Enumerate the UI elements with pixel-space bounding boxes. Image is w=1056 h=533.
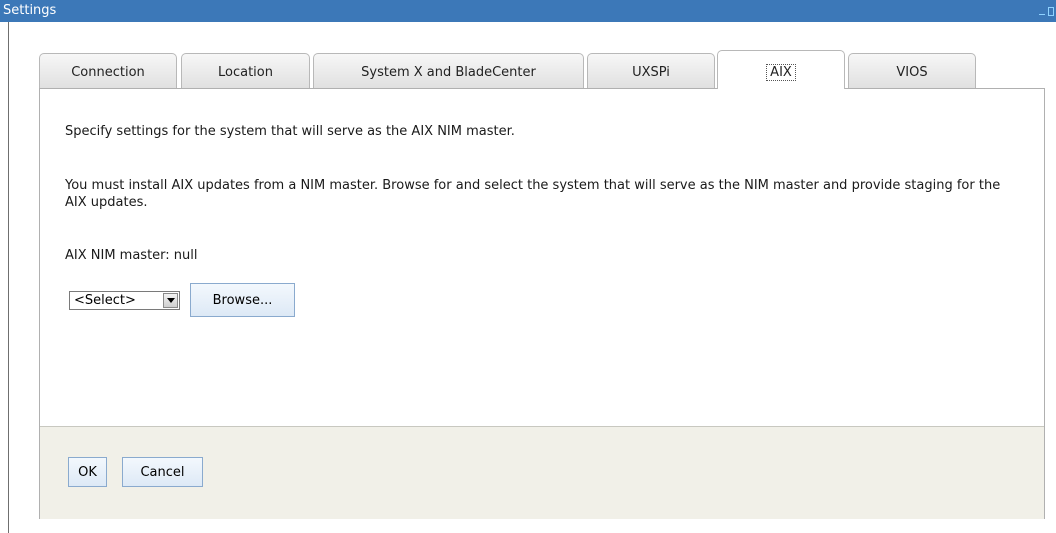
intro-text: Specify settings for the system that wil…: [65, 124, 515, 139]
nim-master-select[interactable]: <Select>: [69, 290, 180, 310]
tab-label: VIOS: [896, 65, 928, 80]
window-titlebar: Settings: [0, 0, 1056, 22]
maximize-icon[interactable]: [1048, 6, 1054, 16]
select-value: <Select>: [74, 292, 136, 308]
nim-master-row: <Select> Browse...: [69, 283, 295, 317]
dialog-footer: OK Cancel: [40, 426, 1044, 519]
tab-label: System X and BladeCenter: [361, 65, 536, 80]
tab-uxspi[interactable]: UXSPi: [587, 53, 715, 88]
tab-system-x-bladecenter[interactable]: System X and BladeCenter: [313, 53, 584, 88]
description-text: You must install AIX updates from a NIM …: [65, 178, 1001, 210]
tab-label: Connection: [71, 65, 145, 80]
window-title: Settings: [3, 3, 57, 18]
tab-label: AIX: [766, 64, 796, 81]
tab-vios[interactable]: VIOS: [848, 53, 976, 88]
browse-button[interactable]: Browse...: [190, 283, 295, 317]
nim-master-label: AIX NIM master: null: [65, 248, 198, 263]
tab-connection[interactable]: Connection: [39, 53, 177, 88]
tab-label: UXSPi: [632, 65, 670, 80]
aix-settings-panel: Specify settings for the system that wil…: [39, 88, 1045, 519]
window-left-border: [8, 22, 9, 533]
tab-aix[interactable]: AIX: [717, 50, 845, 89]
tab-location[interactable]: Location: [181, 53, 310, 88]
minimize-icon[interactable]: [1039, 13, 1045, 15]
settings-tabs: Connection Location System X and BladeCe…: [39, 50, 1045, 89]
tab-label: Location: [218, 65, 273, 80]
window-controls: [1039, 0, 1054, 22]
cancel-button[interactable]: Cancel: [122, 457, 203, 487]
chevron-down-icon[interactable]: [163, 292, 178, 308]
ok-button[interactable]: OK: [68, 457, 107, 487]
